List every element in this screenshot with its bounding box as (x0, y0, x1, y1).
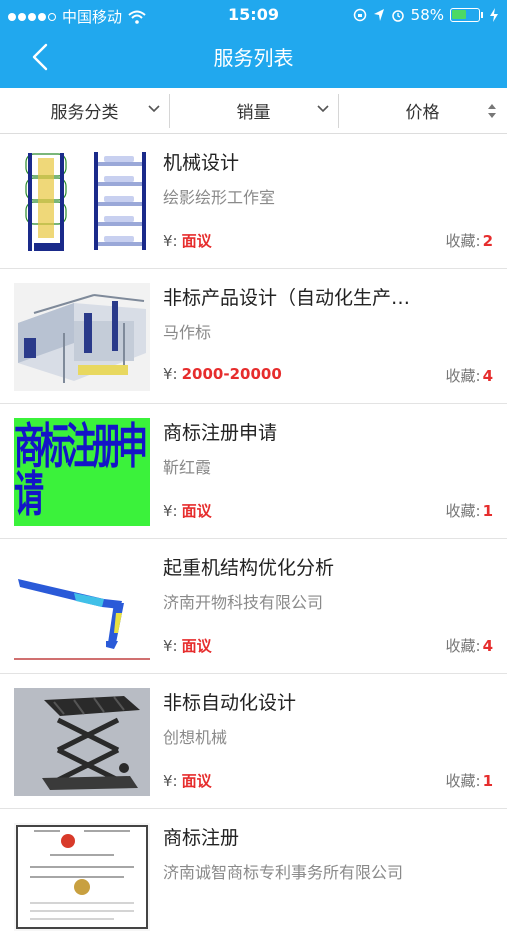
item-price: ¥: 2000-20000 (163, 365, 282, 383)
price-prefix: ¥: (163, 365, 178, 383)
item-thumbnail (14, 553, 150, 661)
list-item[interactable]: 非标自动化设计 创想机械 ¥: 面议 收藏: 1 (0, 674, 507, 809)
item-title: 机械设计 (163, 152, 240, 174)
price-value: 2000-20000 (181, 365, 282, 383)
alarm-icon (391, 10, 404, 22)
battery-icon (450, 8, 480, 22)
charging-icon (490, 8, 498, 22)
item-thumbnail (14, 148, 150, 256)
item-title: 非标产品设计（自动化生产… (163, 287, 411, 309)
location-icon (373, 9, 384, 21)
item-provider: 济南开物科技有限公司 (163, 593, 324, 612)
price-prefix: ¥: (163, 637, 178, 655)
item-favorites: 收藏: 4 (446, 635, 494, 656)
item-thumbnail (14, 688, 150, 796)
favorites-prefix: 收藏: (445, 502, 481, 520)
favorites-count: 1 (482, 772, 493, 790)
item-price: ¥: 面议 (163, 230, 212, 251)
item-price: ¥: 面议 (163, 635, 212, 656)
item-provider: 创想机械 (163, 728, 228, 747)
price-value: 面议 (181, 637, 212, 655)
app-header: 中国移动 15:09 58% 服务列表 (0, 0, 507, 88)
favorites-count: 4 (482, 367, 493, 385)
list-item[interactable]: 商标注册 济南诚智商标专利事务所有限公司 (0, 809, 507, 944)
favorites-prefix: 收藏: (445, 772, 481, 790)
item-price: ¥: 面议 (163, 770, 212, 791)
price-value: 面议 (181, 502, 212, 520)
favorites-prefix: 收藏: (445, 232, 481, 250)
price-value: 面议 (181, 772, 212, 790)
item-title: 商标注册 (163, 827, 240, 849)
favorites-count: 4 (482, 637, 493, 655)
favorites-prefix: 收藏: (445, 367, 481, 385)
price-prefix: ¥: (163, 502, 178, 520)
item-provider: 靳红霞 (163, 458, 212, 477)
filter-price-label: 价格 (405, 103, 440, 123)
item-thumbnail (14, 823, 150, 931)
sort-icon (488, 104, 496, 118)
filter-bar: 服务分类 销量 价格 (0, 88, 507, 134)
favorites-prefix: 收藏: (445, 637, 481, 655)
list-item[interactable]: 非标产品设计（自动化生产… 马作标 ¥: 2000-20000 收藏: 4 (0, 269, 507, 404)
filter-sales[interactable]: 销量 (169, 88, 338, 133)
price-prefix: ¥: (163, 772, 178, 790)
item-provider: 绘影绘形工作室 (163, 188, 276, 207)
favorites-count: 1 (482, 502, 493, 520)
item-favorites: 收藏: 2 (446, 230, 494, 251)
item-favorites: 收藏: 1 (446, 770, 494, 791)
item-thumbnail (14, 283, 150, 391)
item-favorites: 收藏: 1 (446, 500, 494, 521)
item-provider: 马作标 (163, 323, 212, 342)
item-title: 起重机结构优化分析 (163, 557, 335, 579)
price-prefix: ¥: (163, 232, 178, 250)
item-thumbnail: 商标注册申请 (14, 418, 150, 526)
filter-sales-label: 销量 (236, 103, 271, 123)
filter-category-label: 服务分类 (50, 103, 119, 123)
service-list: 机械设计 绘影绘形工作室 ¥: 面议 收藏: 2 非标产品设计（自动化生产… 马… (0, 134, 507, 944)
thumbnail-text: 商标注册申请 (14, 419, 148, 524)
status-bar: 中国移动 15:09 58% (0, 0, 507, 30)
battery-percent: 58% (410, 6, 444, 24)
list-item[interactable]: 机械设计 绘影绘形工作室 ¥: 面议 收藏: 2 (0, 134, 507, 269)
item-price: ¥: 面议 (163, 500, 212, 521)
item-title: 商标注册申请 (163, 422, 278, 444)
page-title: 服务列表 (213, 46, 294, 70)
rotation-lock-icon (353, 8, 366, 22)
price-value: 面议 (181, 232, 212, 250)
filter-category[interactable]: 服务分类 (0, 88, 169, 133)
chevron-down-icon (148, 105, 160, 113)
list-item[interactable]: 起重机结构优化分析 济南开物科技有限公司 ¥: 面议 收藏: 4 (0, 539, 507, 674)
favorites-count: 2 (482, 232, 493, 250)
item-title: 非标自动化设计 (163, 692, 297, 714)
filter-price[interactable]: 价格 (338, 88, 507, 133)
item-favorites: 收藏: 4 (446, 365, 494, 386)
item-provider: 济南诚智商标专利事务所有限公司 (163, 863, 404, 882)
list-item[interactable]: 商标注册申请 商标注册申请 靳红霞 ¥: 面议 收藏: 1 (0, 404, 507, 539)
chevron-down-icon (317, 105, 329, 113)
